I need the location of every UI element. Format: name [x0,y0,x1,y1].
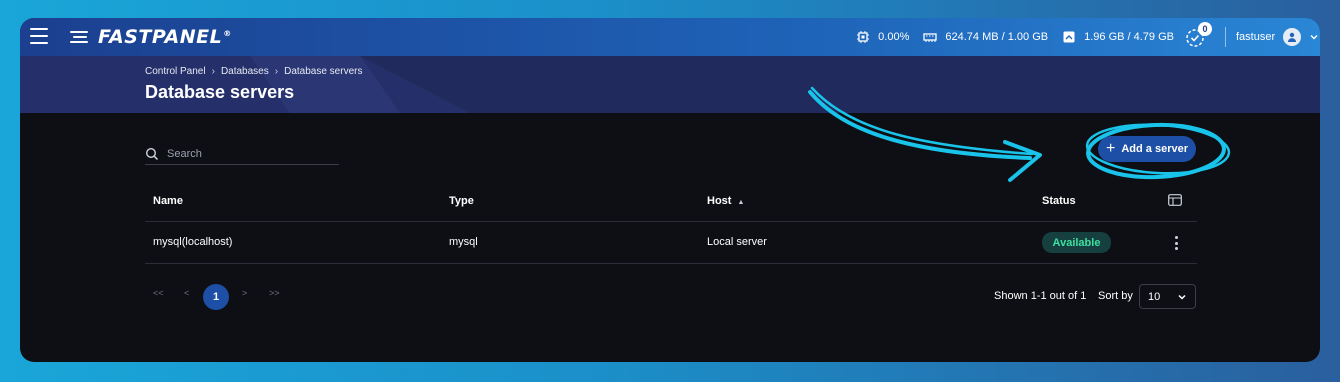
sort-by-label: Sort by [1098,290,1133,302]
column-header-status[interactable]: Status [1042,195,1076,207]
search-box[interactable] [145,143,339,165]
logo-text: FASTPANEL® [98,26,232,48]
disk-value: 1.96 GB / 4.79 GB [1084,31,1174,43]
breadcrumb-separator-icon: › [274,66,279,77]
memory-value: 624.74 MB / 1.00 GB [945,31,1049,43]
disk-stat: 1.96 GB / 4.79 GB [1062,30,1174,44]
username: fastuser [1236,31,1276,43]
tasks-button[interactable]: 0 [1184,22,1212,49]
page-header: Control Panel › Databases › Database ser… [20,56,1320,113]
cpu-stat: 0.00% [856,30,909,44]
table-columns-icon[interactable] [1168,194,1182,206]
prev-page-button[interactable]: < [184,288,189,298]
per-page-value: 10 [1148,290,1161,303]
last-page-button[interactable]: >> [269,288,280,298]
add-server-button[interactable]: + Add a server [1098,136,1196,162]
cpu-value: 0.00% [878,31,910,43]
page-1-button[interactable]: 1 [203,284,229,310]
column-header-type[interactable]: Type [449,195,474,207]
breadcrumb-control-panel[interactable]: Control Panel [145,66,206,77]
user-icon [1288,32,1297,42]
breadcrumb-databases[interactable]: Databases [221,66,269,77]
breadcrumb: Control Panel › Databases › Database ser… [145,66,362,77]
app-window: FASTPANEL® 0.00% 624.74 MB / 1.00 GB 1.9… [20,18,1320,362]
per-page-select[interactable]: 10 [1139,284,1196,309]
resource-stats: 0.00% 624.74 MB / 1.00 GB 1.96 GB / 4.79… [856,18,1174,56]
first-page-button[interactable]: << [153,288,164,298]
user-menu[interactable]: fastuser [1236,18,1319,56]
breadcrumb-separator-icon: › [211,66,215,77]
cell-host: Local server [707,236,767,248]
page-title: Database servers [145,82,295,102]
shown-count: Shown 1-1 out of 1 [994,290,1087,302]
plus-icon: + [1106,140,1116,157]
column-header-host[interactable]: Host ▲ [707,195,744,207]
disk-icon [1063,31,1075,43]
table-row-divider [145,263,1197,264]
column-header-name[interactable]: Name [153,195,183,207]
tasks-count-badge: 0 [1198,22,1212,36]
logo[interactable]: FASTPANEL® [70,26,232,48]
row-actions-icon[interactable] [1170,234,1182,252]
top-bar: FASTPANEL® 0.00% 624.74 MB / 1.00 GB 1.9… [20,18,1320,56]
add-server-label: Add a server [1121,143,1188,155]
memory-stat: 624.74 MB / 1.00 GB [923,30,1048,44]
chevron-down-icon [1310,35,1318,40]
avatar [1283,28,1302,46]
chevron-down-icon [1178,294,1186,300]
column-header-host-label: Host [707,195,732,207]
sort-ascending-icon: ▲ [737,199,745,206]
logo-mark-icon [70,30,92,44]
search-input[interactable] [167,147,327,160]
menu-icon[interactable] [30,28,48,44]
memory-icon [923,33,938,42]
table-header-divider [145,221,1197,222]
topbar-divider [1225,27,1226,47]
next-page-button[interactable]: > [242,288,247,298]
cell-name: mysql(localhost) [153,236,233,248]
cpu-icon [857,31,870,43]
cell-type: mysql [449,236,478,248]
search-icon [145,147,159,160]
status-badge: Available [1042,232,1111,253]
breadcrumb-database-servers: Database servers [284,66,363,77]
